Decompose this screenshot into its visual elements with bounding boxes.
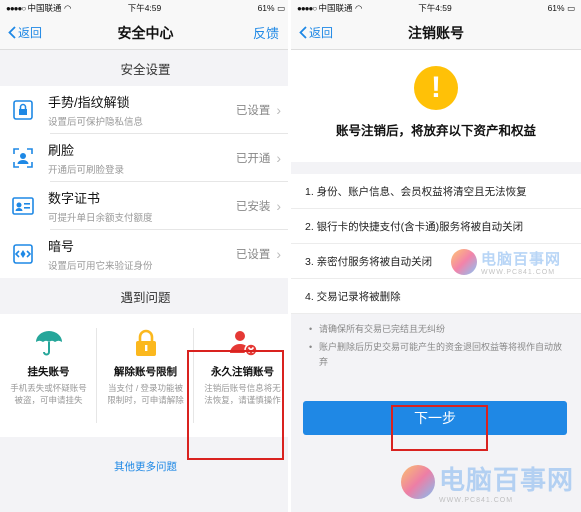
row-status: 已开通 bbox=[235, 153, 271, 165]
chevron-right-icon: › bbox=[276, 150, 281, 166]
list-item: 2. 银行卡的快捷支付(含卡通)服务将被自动关闭 bbox=[291, 209, 581, 244]
lock-icon bbox=[10, 97, 36, 123]
watermark-url: WWW.PC841.COM bbox=[439, 497, 514, 504]
row-subtitle: 可提升单日余额支付额度 bbox=[48, 213, 153, 224]
security-settings-heading: 安全设置 bbox=[120, 62, 171, 77]
report-loss-option[interactable]: 挂失账号 手机丢失或怀疑账号被盗，可申请挂失 bbox=[0, 314, 97, 437]
row-subtitle: 设置后可保护隐私信息 bbox=[48, 117, 144, 128]
signal-icon: ●●●●○ bbox=[6, 4, 26, 13]
watermark: 电脑百事网 WWW.PC841.COM bbox=[401, 460, 574, 504]
option-description: 当支付 / 登录功能被限制时，可申请解除 bbox=[107, 383, 184, 405]
unlock-restriction-option[interactable]: 解除账号限制 当支付 / 登录功能被限制时，可申请解除 bbox=[97, 314, 194, 437]
note-text: 请确保所有交易已完结且无纠纷 bbox=[319, 324, 446, 334]
row-gesture-unlock[interactable]: 手势/指纹解锁 设置后可保护隐私信息 已设置 › bbox=[0, 86, 291, 134]
back-label: 返回 bbox=[18, 26, 43, 40]
row-title: 暗号 bbox=[48, 239, 75, 254]
row-title: 刷脸 bbox=[48, 143, 75, 158]
umbrella-icon bbox=[35, 331, 62, 356]
highlight-box bbox=[391, 405, 488, 451]
padlock-icon bbox=[135, 329, 156, 356]
face-scan-icon bbox=[10, 145, 36, 171]
list-item: 1. 身份、账户信息、会员权益将清空且无法恢复 bbox=[291, 174, 581, 209]
battery-icon: ▭ bbox=[276, 2, 285, 13]
row-status: 已设置 bbox=[235, 249, 271, 261]
chevron-right-icon: › bbox=[276, 246, 281, 262]
chevron-left-icon bbox=[299, 26, 307, 39]
row-status: 已设置 bbox=[235, 105, 271, 117]
option-description: 手机丢失或怀疑账号被盗，可申请挂失 bbox=[10, 383, 87, 405]
list-item: 4. 交易记录将被删除 bbox=[291, 279, 581, 314]
chevron-right-icon: › bbox=[276, 102, 281, 118]
row-subtitle: 开通后可刷脸登录 bbox=[48, 165, 125, 176]
option-title: 解除账号限制 bbox=[114, 366, 177, 378]
battery-percent: 61% bbox=[547, 2, 565, 13]
security-settings-list: 手势/指纹解锁 设置后可保护隐私信息 已设置 › 刷脸 开通后可刷脸登录 已开通… bbox=[0, 86, 291, 278]
warning-text: 账号注销后，将放弃以下资产和权益 bbox=[335, 124, 536, 138]
battery-icon: ▭ bbox=[566, 2, 575, 13]
status-bar: ●●●●○ 中国联通 ◠ 下午4:59 61% ▭ bbox=[291, 0, 581, 16]
back-button[interactable]: 返回 bbox=[8, 24, 42, 41]
row-secret-code[interactable]: 暗号 设置后可用它来验证身份 已设置 › bbox=[0, 230, 291, 278]
status-time: 下午4:59 bbox=[127, 3, 162, 13]
watermark-text: 电脑百事网 bbox=[439, 465, 575, 495]
chevron-left-icon bbox=[8, 26, 16, 39]
bullet-icon: • bbox=[309, 324, 313, 334]
highlight-box bbox=[187, 350, 284, 460]
list-item: 3. 亲密付服务将被自动关闭 bbox=[291, 244, 581, 279]
problems-heading: 遇到问题 bbox=[120, 290, 171, 305]
row-face-login[interactable]: 刷脸 开通后可刷脸登录 已开通 › bbox=[0, 134, 291, 182]
row-digital-certificate[interactable]: 数字证书 可提升单日余额支付额度 已安装 › bbox=[0, 182, 291, 230]
page-title: 注销账号 bbox=[408, 24, 464, 41]
status-bar: ●●●●○ 中国联通 ◠ 下午4:59 61% ▭ bbox=[0, 0, 291, 16]
warning-panel: ! 账号注销后，将放弃以下资产和权益 bbox=[291, 50, 581, 162]
note-item: • 账户删除后历史交易可能产生的资金退回权益等将视作自动放弃 bbox=[309, 340, 567, 370]
nav-bar: 返回 注销账号 bbox=[291, 16, 581, 50]
forfeit-list: 1. 身份、账户信息、会员权益将清空且无法恢复 2. 银行卡的快捷支付(含卡通)… bbox=[291, 174, 581, 314]
row-title: 手势/指纹解锁 bbox=[48, 95, 130, 110]
signal-icon: ●●●●○ bbox=[297, 4, 317, 13]
warning-icon: ! bbox=[414, 66, 458, 110]
row-title: 数字证书 bbox=[48, 191, 101, 206]
feedback-button[interactable]: 反馈 bbox=[253, 23, 279, 42]
more-problems-link[interactable]: 其他更多问题 bbox=[0, 459, 291, 474]
row-subtitle: 设置后可用它来验证身份 bbox=[48, 261, 153, 272]
watermark-logo-icon bbox=[401, 465, 435, 499]
delete-account-screen: ●●●●○ 中国联通 ◠ 下午4:59 61% ▭ 返回 注销账号 ! 账号注销… bbox=[291, 0, 581, 512]
note-item: • 请确保所有交易已完结且无纠纷 bbox=[309, 322, 567, 337]
notes: • 请确保所有交易已完结且无纠纷 • 账户删除后历史交易可能产生的资金退回权益等将视… bbox=[291, 314, 581, 370]
battery-percent: 61% bbox=[257, 2, 275, 13]
status-time: 下午4:59 bbox=[418, 3, 452, 13]
page-title: 安全中心 bbox=[117, 24, 174, 41]
row-status: 已安装 bbox=[235, 201, 271, 213]
option-title: 挂失账号 bbox=[27, 366, 70, 378]
nav-bar: 返回 安全中心 反馈 bbox=[0, 16, 291, 50]
back-button[interactable]: 返回 bbox=[299, 24, 333, 41]
chevron-right-icon: › bbox=[276, 198, 281, 214]
note-text: 账户删除后历史交易可能产生的资金退回权益等将视作自动放弃 bbox=[319, 342, 563, 367]
bullet-icon: • bbox=[309, 342, 313, 352]
back-label: 返回 bbox=[309, 26, 334, 40]
security-center-screen: ●●●●○ 中国联通 ◠ 下午4:59 61% ▭ 返回 安全中心 反馈 安全设… bbox=[0, 0, 291, 512]
code-icon bbox=[10, 241, 36, 267]
certificate-icon bbox=[10, 193, 36, 219]
